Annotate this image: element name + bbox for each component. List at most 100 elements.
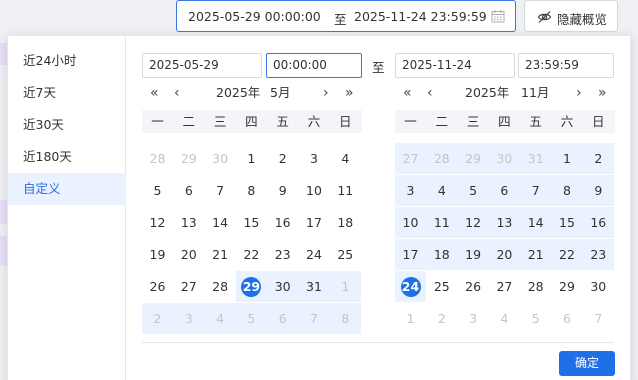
end-day-cell[interactable]: 29 (458, 147, 489, 170)
start-day-cell[interactable]: 22 (236, 243, 267, 266)
end-day-cell[interactable]: 19 (458, 243, 489, 266)
end-day-cell[interactable]: 16 (583, 211, 614, 234)
shortcut-24h[interactable]: 近24小时 (8, 45, 126, 77)
start-day-cell[interactable]: 28 (205, 275, 236, 298)
start-day-cell[interactable]: 17 (299, 211, 330, 234)
calendar-icon[interactable] (491, 9, 505, 23)
end-day-cell[interactable]: 10 (395, 211, 426, 234)
start-day-cell[interactable]: 5 (142, 179, 173, 202)
start-day-cell[interactable]: 3 (299, 147, 330, 170)
start-day-cell[interactable]: 6 (173, 179, 204, 202)
end-day-cell[interactable]: 18 (426, 243, 457, 266)
end-day-cell[interactable]: 6 (489, 179, 520, 202)
end-day-cell[interactable]: 30 (583, 275, 614, 298)
end-day-cell[interactable]: 13 (489, 211, 520, 234)
end-day-cell[interactable]: 29 (552, 275, 583, 298)
start-calendar-month[interactable]: 5月 (270, 86, 290, 100)
end-day-cell[interactable]: 5 (458, 179, 489, 202)
start-day-cell[interactable]: 6 (267, 307, 298, 330)
end-day-cell[interactable]: 31 (520, 147, 551, 170)
start-day-cell[interactable]: 30 (267, 275, 298, 298)
hide-overview-button[interactable]: 隐藏概览 (524, 0, 618, 32)
end-day-cell[interactable]: 4 (426, 179, 457, 202)
end-day-cell[interactable]: 30 (489, 147, 520, 170)
end-day-cell[interactable]: 14 (520, 211, 551, 234)
end-day-cell[interactable]: 27 (395, 147, 426, 170)
end-day-cell[interactable]: 21 (520, 243, 551, 266)
prev-month-button[interactable]: ‹ (427, 86, 433, 100)
prev-year-button[interactable]: « (150, 86, 159, 100)
start-day-cell[interactable]: 20 (173, 243, 204, 266)
prev-month-button[interactable]: ‹ (174, 86, 180, 100)
end-day-cell[interactable]: 20 (489, 243, 520, 266)
end-day-cell[interactable]: 1 (395, 307, 426, 330)
start-day-cell[interactable]: 8 (236, 179, 267, 202)
start-day-cell[interactable]: 13 (173, 211, 204, 234)
end-day-cell[interactable]: 11 (426, 211, 457, 234)
start-day-cell[interactable]: 5 (236, 307, 267, 330)
shortcut-30d[interactable]: 近30天 (8, 109, 126, 141)
shortcut-7d[interactable]: 近7天 (8, 77, 126, 109)
start-day-cell[interactable]: 11 (330, 179, 361, 202)
start-day-cell[interactable]: 21 (205, 243, 236, 266)
start-day-cell[interactable]: 29 (173, 147, 204, 170)
end-day-cell[interactable]: 8 (552, 179, 583, 202)
next-year-button[interactable]: » (598, 86, 607, 100)
end-day-cell[interactable]: 23 (583, 243, 614, 266)
start-selected-day[interactable]: 29 (236, 275, 267, 298)
end-day-cell[interactable]: 1 (552, 147, 583, 170)
start-day-cell[interactable]: 14 (205, 211, 236, 234)
start-day-cell[interactable]: 31 (299, 275, 330, 298)
end-day-cell[interactable]: 5 (520, 307, 551, 330)
end-day-cell[interactable]: 27 (489, 275, 520, 298)
start-day-cell[interactable]: 15 (236, 211, 267, 234)
start-day-cell[interactable]: 19 (142, 243, 173, 266)
start-day-cell[interactable]: 26 (142, 275, 173, 298)
start-day-cell[interactable]: 1 (236, 147, 267, 170)
start-day-cell[interactable]: 23 (267, 243, 298, 266)
start-day-cell[interactable]: 10 (299, 179, 330, 202)
next-year-button[interactable]: » (345, 86, 354, 100)
start-calendar-year[interactable]: 2025年 (216, 86, 260, 100)
end-calendar-year[interactable]: 2025年 (465, 86, 509, 100)
end-day-cell[interactable]: 28 (520, 275, 551, 298)
start-day-cell[interactable]: 1 (330, 275, 361, 298)
end-day-cell[interactable]: 28 (426, 147, 457, 170)
start-day-cell[interactable]: 28 (142, 147, 173, 170)
date-range-field[interactable]: 2025-05-29 00:00:00 至 2025-11-24 23:59:5… (176, 0, 516, 32)
end-day-cell[interactable]: 26 (458, 275, 489, 298)
start-day-cell[interactable]: 7 (205, 179, 236, 202)
end-day-cell[interactable]: 12 (458, 211, 489, 234)
start-day-cell[interactable]: 3 (173, 307, 204, 330)
end-day-cell[interactable]: 15 (552, 211, 583, 234)
end-day-cell[interactable]: 9 (583, 179, 614, 202)
start-day-cell[interactable]: 12 (142, 211, 173, 234)
end-day-cell[interactable]: 22 (552, 243, 583, 266)
end-day-cell[interactable]: 3 (458, 307, 489, 330)
start-day-cell[interactable]: 25 (330, 243, 361, 266)
start-day-cell[interactable]: 18 (330, 211, 361, 234)
start-day-cell[interactable]: 4 (205, 307, 236, 330)
start-day-cell[interactable]: 24 (299, 243, 330, 266)
start-day-cell[interactable]: 8 (330, 307, 361, 330)
confirm-button[interactable]: 确定 (559, 351, 615, 376)
shortcut-180d[interactable]: 近180天 (8, 141, 126, 173)
end-day-cell[interactable]: 2 (583, 147, 614, 170)
start-day-cell[interactable]: 2 (142, 307, 173, 330)
end-day-cell[interactable]: 2 (426, 307, 457, 330)
start-day-cell[interactable]: 2 (267, 147, 298, 170)
end-calendar-month[interactable]: 11月 (521, 86, 549, 100)
prev-year-button[interactable]: « (403, 86, 412, 100)
start-day-cell[interactable]: 30 (205, 147, 236, 170)
end-day-cell[interactable]: 25 (426, 275, 457, 298)
end-day-cell[interactable]: 3 (395, 179, 426, 202)
start-day-cell[interactable]: 9 (267, 179, 298, 202)
start-day-cell[interactable]: 16 (267, 211, 298, 234)
next-month-button[interactable]: › (576, 86, 582, 100)
start-day-cell[interactable]: 27 (173, 275, 204, 298)
shortcut-custom[interactable]: 自定义 (8, 173, 126, 205)
start-day-cell[interactable]: 7 (299, 307, 330, 330)
end-day-cell[interactable]: 7 (583, 307, 614, 330)
next-month-button[interactable]: › (323, 86, 329, 100)
end-selected-day[interactable]: 24 (395, 275, 426, 298)
